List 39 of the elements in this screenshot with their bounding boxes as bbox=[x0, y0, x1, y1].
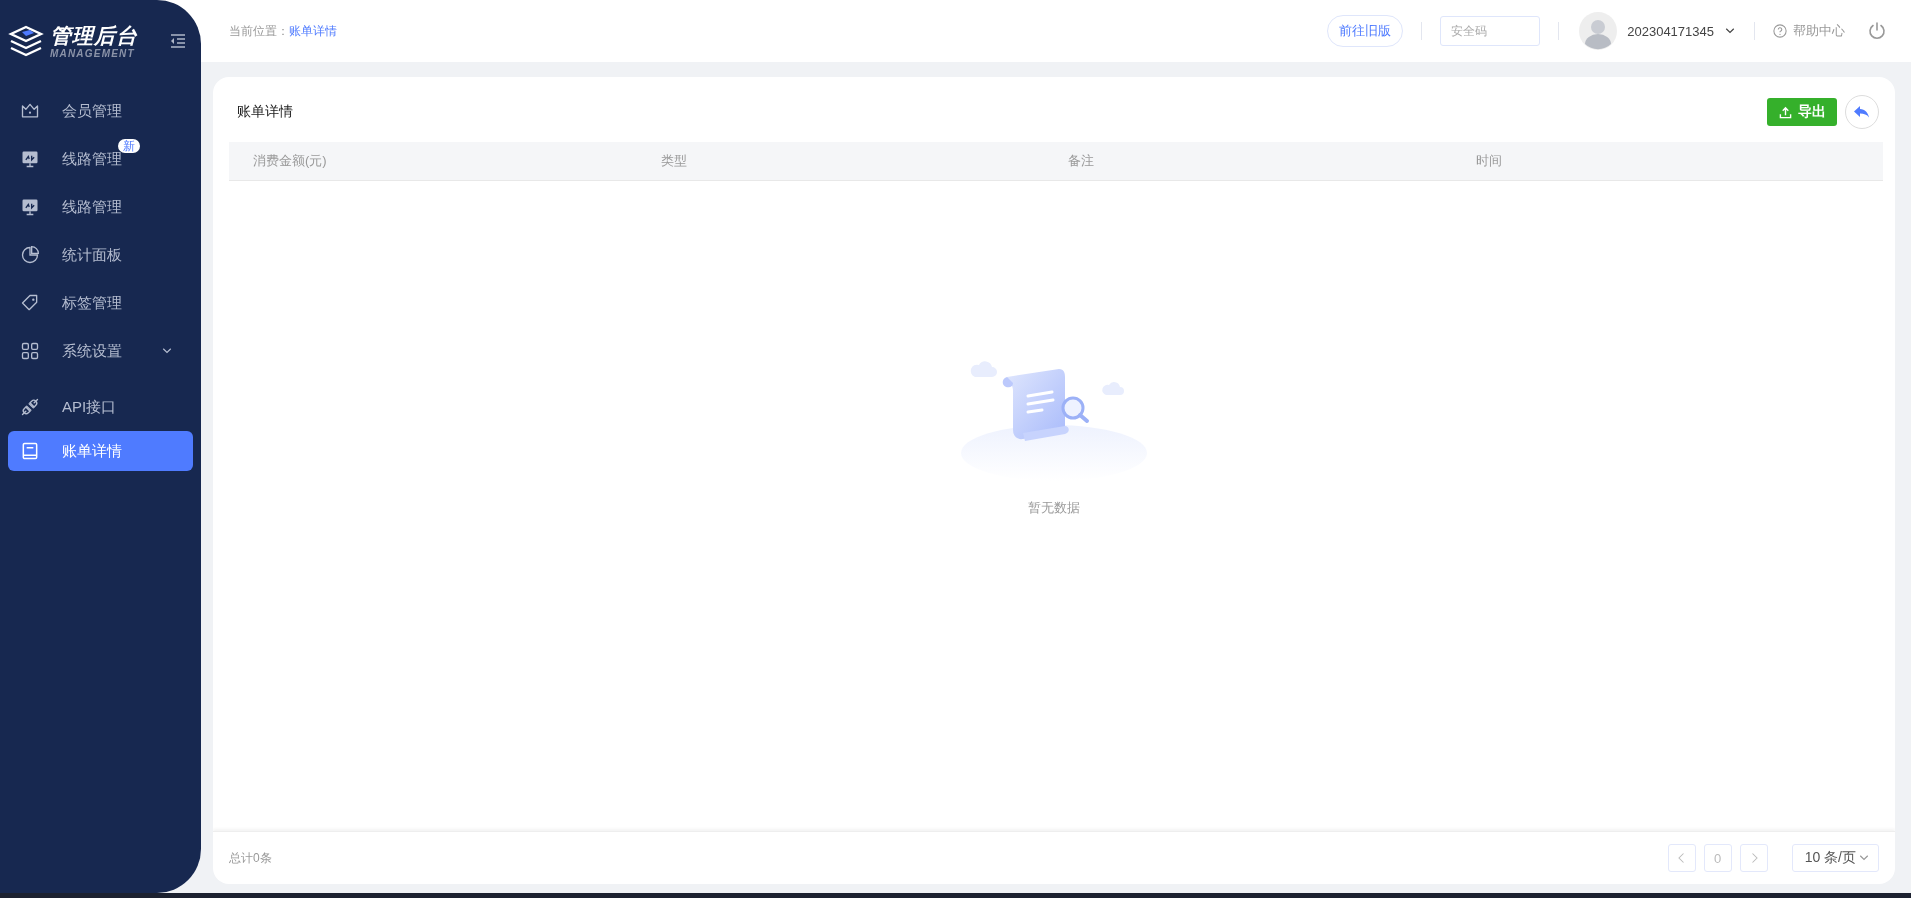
tag-icon bbox=[20, 293, 40, 313]
back-button[interactable] bbox=[1845, 95, 1879, 129]
page-size-select[interactable]: 10 条/页 bbox=[1791, 844, 1879, 872]
sidebar-item[interactable]: 线路管理 新 bbox=[8, 135, 193, 183]
new-badge: 新 bbox=[118, 139, 140, 153]
breadcrumb-label: 当前位置： bbox=[229, 22, 289, 40]
logo-title: 管理后台 bbox=[50, 23, 138, 48]
pie-icon bbox=[20, 245, 40, 265]
breadcrumb-link[interactable]: 账单详情 bbox=[289, 22, 337, 40]
empty-message: 暂无数据 bbox=[1028, 499, 1080, 517]
username[interactable]: 202304171345 bbox=[1627, 23, 1714, 39]
column-header: 类型 bbox=[660, 152, 688, 170]
security-code-field[interactable]: 安全码 bbox=[1440, 16, 1541, 46]
sidebar-item[interactable]: 账单详情 bbox=[8, 431, 193, 471]
sidebar-item[interactable]: API接口 bbox=[8, 383, 193, 431]
avatar-silhouette-icon[interactable] bbox=[1579, 12, 1618, 50]
sidebar-item[interactable]: 标签管理 bbox=[8, 279, 193, 327]
monitor-icon bbox=[20, 149, 40, 169]
book-icon bbox=[20, 441, 40, 461]
monitor-icon bbox=[20, 197, 40, 217]
crown-icon bbox=[20, 101, 40, 121]
column-header: 备注 bbox=[1068, 152, 1095, 170]
help-icon[interactable] bbox=[1773, 24, 1787, 38]
power-icon[interactable] bbox=[1867, 21, 1887, 41]
total-count: 总计0条 bbox=[229, 849, 272, 867]
column-header: 消费金额(元) bbox=[253, 152, 328, 170]
upload-icon bbox=[1778, 105, 1792, 119]
plug-icon bbox=[20, 397, 40, 417]
collapse-menu-icon[interactable] bbox=[169, 32, 187, 50]
column-header: 时间 bbox=[1475, 152, 1503, 170]
card-title: 账单详情 bbox=[237, 103, 293, 121]
logo-subtitle: MANAGEMENT bbox=[50, 47, 136, 59]
sidebar-item[interactable]: 系统设置 bbox=[8, 327, 193, 375]
sidebar-item[interactable]: 会员管理 bbox=[8, 87, 193, 135]
grid-icon bbox=[20, 341, 40, 361]
layers-logo-icon bbox=[8, 23, 44, 59]
sidebar-item[interactable]: 统计面板 bbox=[8, 231, 193, 279]
old-version-button[interactable]: 前往旧版 bbox=[1327, 15, 1404, 47]
sidebar-item[interactable]: 线路管理 bbox=[8, 183, 193, 231]
